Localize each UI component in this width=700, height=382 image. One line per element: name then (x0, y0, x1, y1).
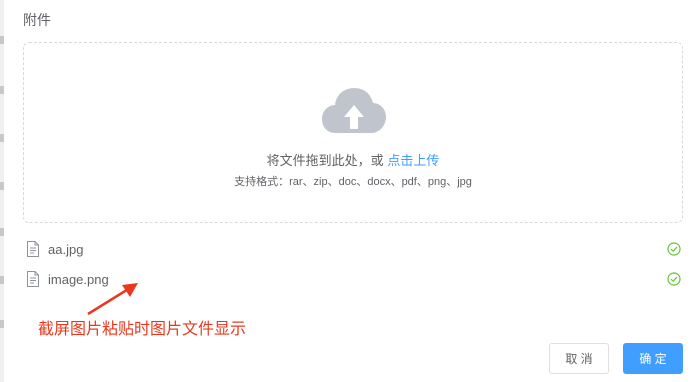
edge-marker (0, 228, 4, 236)
edge-marker (0, 276, 4, 284)
document-icon (27, 271, 39, 287)
edge-marker (0, 86, 4, 94)
confirm-button[interactable]: 确 定 (623, 343, 683, 374)
cloud-upload-icon (322, 88, 386, 133)
edge-marker (0, 36, 4, 44)
document-icon (27, 241, 39, 257)
drop-prompt: 将文件拖到此处，或 (266, 153, 384, 168)
edge-marker (0, 320, 4, 328)
drop-instruction: 将文件拖到此处，或 点击上传 (24, 150, 682, 169)
upload-dropzone[interactable]: 将文件拖到此处，或 点击上传 支持格式：rar、zip、doc、docx、pdf… (23, 42, 683, 223)
edge-marker (0, 182, 4, 190)
edge-marker (0, 134, 4, 142)
success-check-icon (667, 272, 681, 286)
file-list-item[interactable]: aa.jpg (26, 238, 681, 260)
supported-formats-tip: 支持格式：rar、zip、doc、docx、pdf、png、jpg (234, 176, 472, 188)
annotation-caption: 截屏图片粘贴时图片文件显示 (38, 321, 247, 338)
click-upload-link[interactable]: 点击上传 (387, 153, 439, 168)
success-check-icon (667, 242, 681, 256)
file-name: aa.jpg (48, 241, 84, 257)
attachment-label: 附件 (23, 12, 51, 28)
cancel-button[interactable]: 取 消 (549, 343, 609, 374)
annotation-arrow-icon (87, 283, 138, 316)
